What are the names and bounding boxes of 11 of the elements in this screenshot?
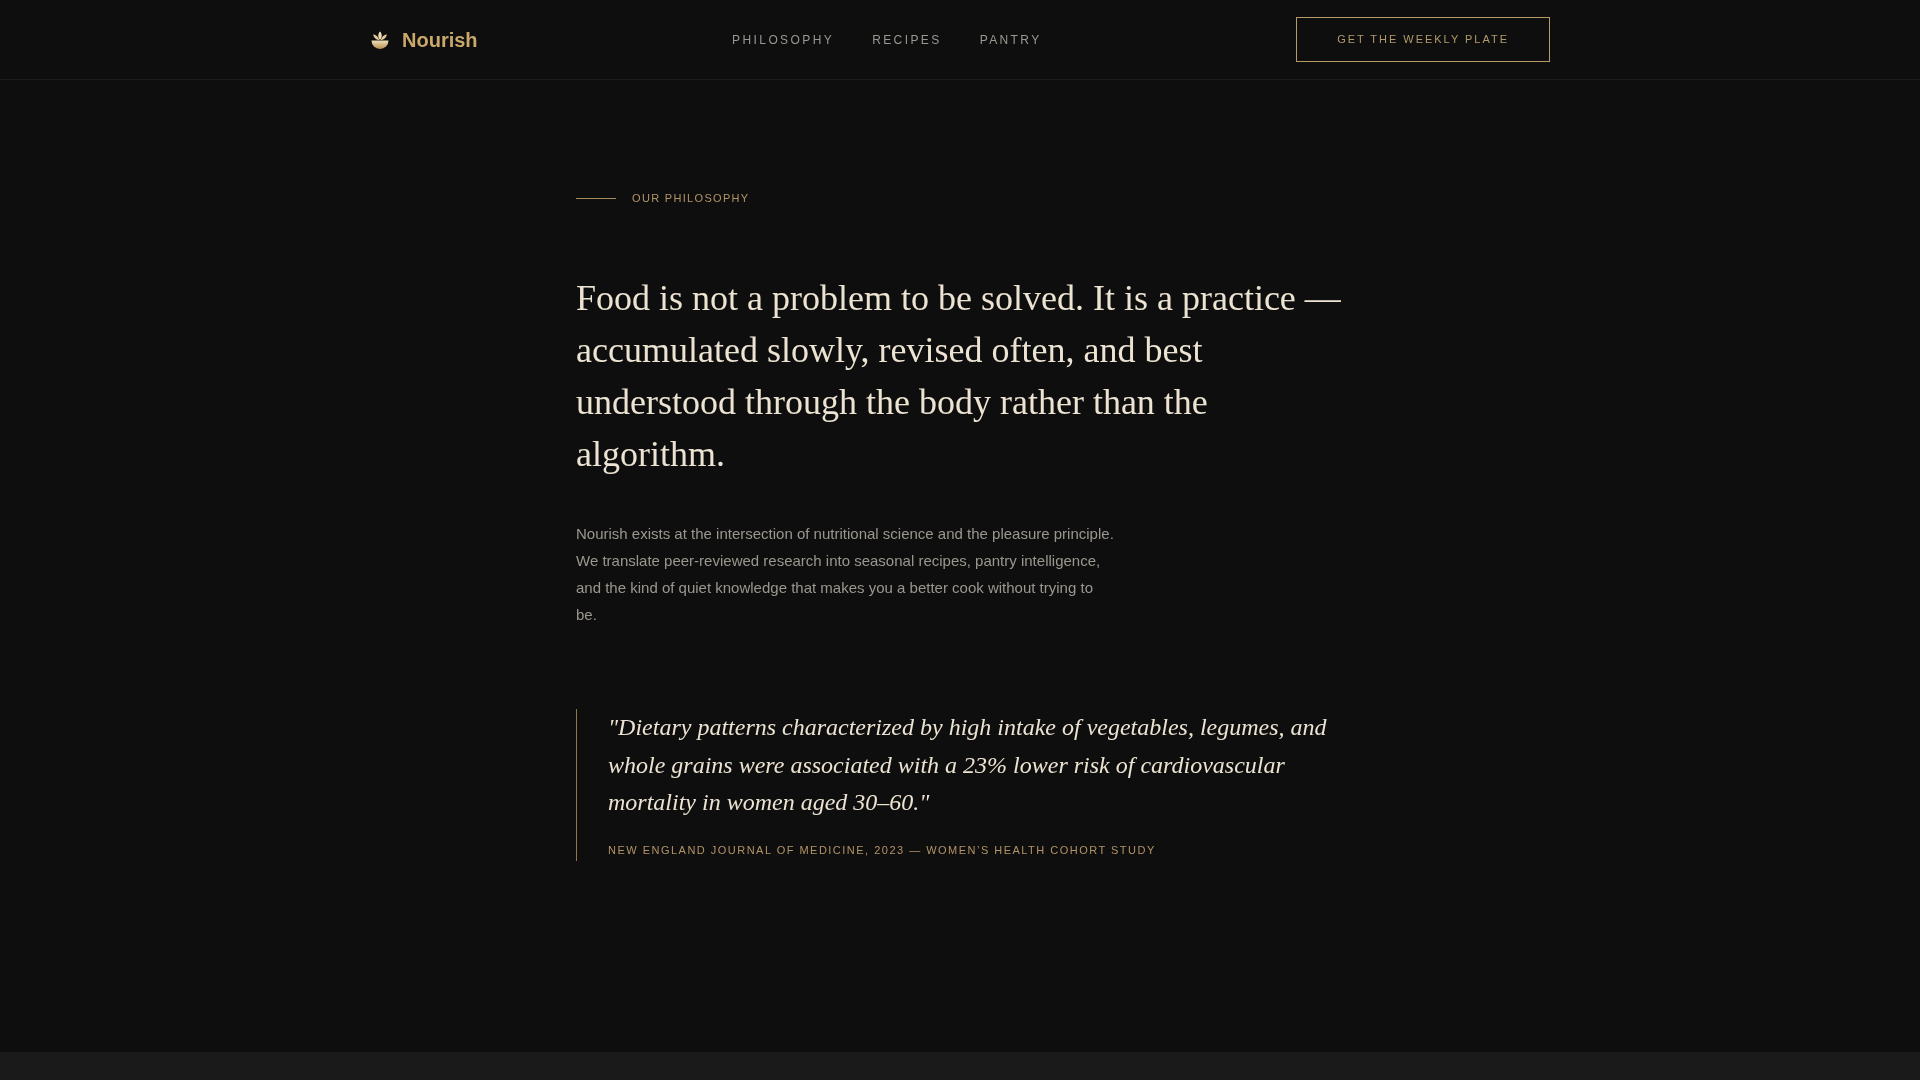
- weekly-plate-button[interactable]: GET THE WEEKLY PLATE: [1296, 17, 1550, 62]
- headline: Food is not a problem to be solved. It is a practice — accumulated slowly, revised often, and best understood through the body rather than the algorithm.: [576, 277, 1342, 476]
- nav-link[interactable]: PHILOSOPHY: [732, 30, 835, 49]
- nav-link[interactable]: PANTRY: [979, 30, 1042, 49]
- intro-paragraph: Nourish exists at the intersection of nutritional science and the pleasure principle. We translate peer-reviewed research into seasonal recipes, pantry intelligence, and the kind of quiet knowledge that makes you a better cook without trying to be.: [576, 524, 1115, 625]
- nav-link[interactable]: RECIPES: [872, 30, 942, 49]
- quote-citation: NEW ENGLAND JOURNAL OF MEDICINE, 2023 — WOMEN’S HEALTH COHORT STUDY: [608, 842, 1157, 858]
- lotus-icon: [370, 29, 390, 50]
- quote-text: "Dietary patterns characterized by high intake of vegetables, legumes, and whole grains were associated with a 23% lower risk of cardiovascular mortality in women aged 30–60.": [608, 713, 1328, 817]
- section-eyebrow: OUR PHILOSOPHY: [632, 191, 750, 206]
- brand-name[interactable]: Nourish: [402, 29, 478, 50]
